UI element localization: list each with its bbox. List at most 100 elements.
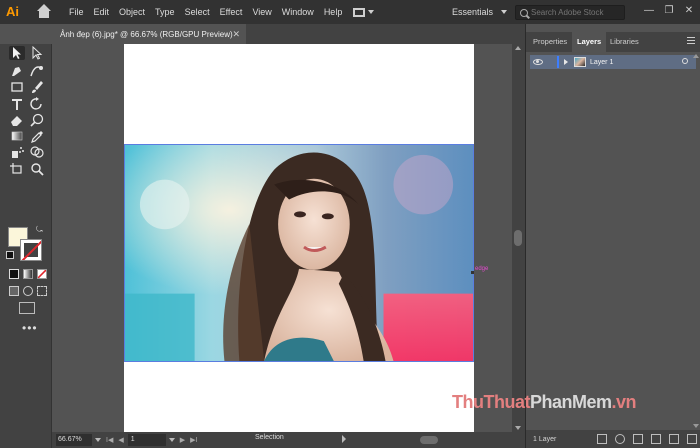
arrange-documents-button[interactable] <box>353 5 381 19</box>
target-circle-icon[interactable] <box>682 58 688 64</box>
rotate-tool-icon[interactable] <box>29 97 45 111</box>
layer-color-bar <box>557 56 559 68</box>
menu-select[interactable]: Select <box>180 0 215 24</box>
screen-mode-icon[interactable] <box>19 302 35 314</box>
default-fill-stroke-icon[interactable] <box>6 251 14 259</box>
menu-effect[interactable]: Effect <box>215 0 248 24</box>
home-icon[interactable] <box>36 4 52 20</box>
expand-arrow-icon[interactable] <box>564 59 568 65</box>
chevron-down-icon[interactable] <box>168 438 175 442</box>
panel-menu-icon[interactable] <box>687 37 695 45</box>
zoom-level-field[interactable]: 66.67% <box>56 434 92 446</box>
color-mode-button[interactable] <box>9 269 19 279</box>
layer-count: 1 Layer <box>533 435 557 443</box>
current-tool-status[interactable]: Selection <box>255 434 284 441</box>
chevron-down-icon[interactable] <box>95 438 101 442</box>
panel-scrollbar[interactable] <box>692 52 700 430</box>
export-icon[interactable] <box>597 434 607 444</box>
eyedropper-tool-icon[interactable] <box>29 129 45 143</box>
menu-object[interactable]: Object <box>114 0 150 24</box>
artboard-tool-icon[interactable] <box>9 162 25 176</box>
layer-name[interactable]: Layer 1 <box>590 59 613 66</box>
draw-normal-icon[interactable] <box>9 286 19 296</box>
panel-tab-bar: Properties Layers Libraries <box>526 32 700 52</box>
search-icon <box>520 8 528 17</box>
watermark-part3: .vn <box>611 392 637 412</box>
eraser-tool-icon[interactable] <box>9 113 25 127</box>
none-mode-button[interactable] <box>37 269 47 279</box>
maximize-button[interactable]: ❐ <box>662 4 676 18</box>
scroll-up-arrow-icon[interactable] <box>515 46 521 50</box>
curvature-tool-icon[interactable] <box>29 64 45 78</box>
menu-file[interactable]: File <box>64 0 89 24</box>
tab-layers[interactable]: Layers <box>572 32 607 52</box>
scroll-up-arrow-icon[interactable] <box>693 54 699 58</box>
first-artboard-button[interactable]: I◀ <box>106 436 113 444</box>
new-sublayer-icon[interactable] <box>651 434 661 444</box>
close-window-button[interactable]: ✕ <box>682 4 696 18</box>
paintbrush-tool-icon[interactable] <box>29 80 45 94</box>
symbol-sprayer-tool-icon[interactable] <box>9 145 25 159</box>
grid-icon <box>353 7 366 17</box>
watermark-text: ThuThuatPhanMem.vn <box>452 392 637 413</box>
illustrator-window: Ai File Edit Object Type Select Effect V… <box>0 0 700 448</box>
last-artboard-button[interactable]: ▶I <box>190 436 197 444</box>
document-tab-title: Ảnh đẹp (6).jpg* @ 66.67% (RGB/GPU Previ… <box>60 29 233 39</box>
gradient-tool-icon[interactable] <box>9 129 25 143</box>
draw-behind-icon[interactable] <box>23 286 33 296</box>
stock-search[interactable] <box>515 5 625 20</box>
stroke-color-swatch[interactable] <box>20 239 42 261</box>
layers-footer-actions <box>597 434 697 444</box>
workspace-label: Essentials <box>452 7 494 17</box>
document-tab[interactable]: Ảnh đẹp (6).jpg* @ 66.67% (RGB/GPU Previ… <box>52 24 246 44</box>
direct-selection-tool-icon[interactable] <box>29 46 45 60</box>
menu-window[interactable]: Window <box>277 0 319 24</box>
clipping-mask-icon[interactable] <box>633 434 643 444</box>
swap-fill-stroke-icon[interactable]: ⤿ <box>36 226 44 234</box>
horizontal-scroll-thumb[interactable] <box>420 436 438 444</box>
menu-type[interactable]: Type <box>150 0 180 24</box>
layer-row[interactable]: Layer 1 <box>530 55 696 69</box>
tools-panel: ⤿ ••• <box>0 44 52 448</box>
scroll-down-arrow-icon[interactable] <box>515 426 521 430</box>
artboard-number-field[interactable]: 1 <box>127 434 166 446</box>
layers-panel-footer: 1 Layer <box>526 430 700 448</box>
close-icon[interactable]: ✕ <box>232 29 240 40</box>
locate-object-icon[interactable] <box>615 434 625 444</box>
scroll-down-arrow-icon[interactable] <box>693 424 699 428</box>
vertical-scrollbar[interactable] <box>512 44 525 432</box>
tab-libraries[interactable]: Libraries <box>605 32 644 52</box>
gradient-mode-button[interactable] <box>23 269 33 279</box>
horizontal-scrollbar[interactable] <box>356 435 514 445</box>
type-tool-icon[interactable] <box>9 97 25 111</box>
status-menu-arrow-icon[interactable] <box>342 435 346 443</box>
next-artboard-button[interactable]: ▶ <box>180 436 185 444</box>
minimize-button[interactable]: — <box>642 4 656 18</box>
menu-edit[interactable]: Edit <box>89 0 115 24</box>
canvas[interactable]: edge <box>52 44 512 432</box>
previous-artboard-button[interactable]: ◀ <box>118 436 123 444</box>
new-layer-icon[interactable] <box>669 434 679 444</box>
visibility-eye-icon[interactable] <box>533 59 543 65</box>
zoom-tool-icon[interactable] <box>29 162 45 176</box>
chevron-down-icon <box>501 10 508 14</box>
trash-icon[interactable] <box>687 434 697 444</box>
window-controls: — ❐ ✕ <box>642 4 696 18</box>
pen-tool-icon[interactable] <box>9 64 25 78</box>
shape-builder-tool-icon[interactable] <box>29 145 45 159</box>
menu-help[interactable]: Help <box>319 0 348 24</box>
selection-tool-icon[interactable] <box>9 46 25 60</box>
tab-properties[interactable]: Properties <box>528 32 572 52</box>
rectangle-tool-icon[interactable] <box>9 80 25 94</box>
workspace-switcher[interactable]: Essentials <box>452 5 508 19</box>
edit-toolbar-button[interactable]: ••• <box>22 322 38 334</box>
watermark-part2: PhanMem <box>529 392 612 412</box>
menu-bar: Ai File Edit Object Type Select Effect V… <box>0 0 700 24</box>
menu-view[interactable]: View <box>247 0 276 24</box>
vertical-scroll-thumb[interactable] <box>514 230 522 246</box>
stock-search-input[interactable] <box>531 8 621 17</box>
warp-tool-icon[interactable] <box>29 113 45 127</box>
chevron-down-icon <box>368 10 375 14</box>
draw-inside-icon[interactable] <box>37 286 47 296</box>
placed-photo[interactable] <box>124 144 474 362</box>
